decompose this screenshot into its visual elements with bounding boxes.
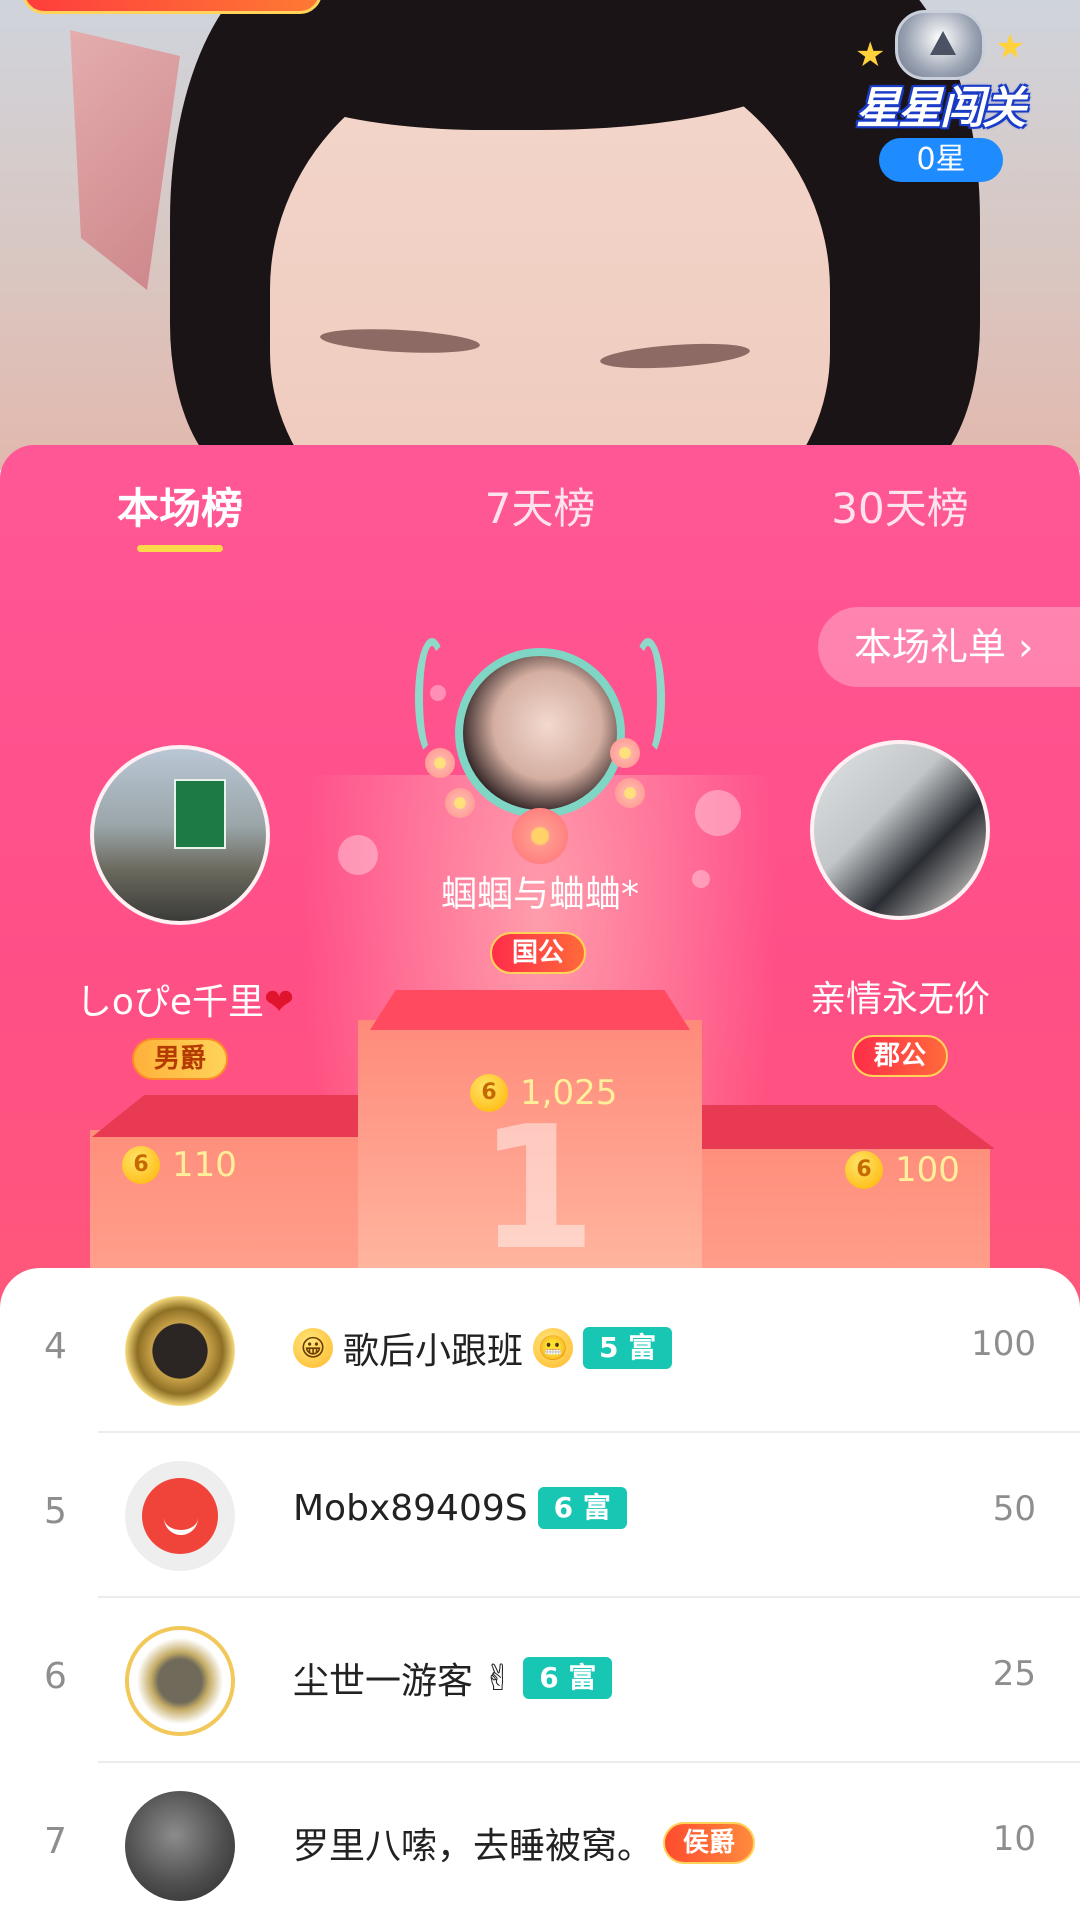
flower-decoration — [512, 808, 568, 864]
user-name-text: 歌后小跟班 — [343, 1331, 524, 1372]
avatar[interactable] — [125, 1791, 235, 1901]
list-item[interactable]: 6 尘世一游客 ✌ 6 富 25 — [0, 1598, 1080, 1763]
frame-horn-left — [415, 638, 449, 758]
third-place-avatar[interactable] — [810, 740, 990, 920]
user-name: 😀 歌后小跟班 😬 5 富 — [293, 1322, 673, 1374]
star-challenge-widget[interactable]: ★ ★ 星星闯关 0星 — [845, 10, 1035, 182]
contribution-value: 25 — [992, 1654, 1036, 1694]
ranking-list: 4 😀 歌后小跟班 😬 5 富 100 5 Mobx89409S 6 富 50 … — [0, 1268, 1080, 1920]
contribution-value: 50 — [992, 1489, 1036, 1529]
flower-decoration — [425, 748, 455, 778]
first-place-avatar-frame[interactable] — [415, 628, 665, 868]
podium-top-first — [370, 990, 690, 1030]
star-challenge-title: 星星闯关 — [856, 83, 1026, 134]
star-icon: ★ — [855, 35, 886, 75]
second-place-avatar[interactable] — [90, 745, 270, 925]
podium-top-third — [700, 1105, 995, 1149]
star-challenge-emblem-icon — [895, 10, 985, 80]
list-item[interactable]: 4 😀 歌后小跟班 😬 5 富 100 — [0, 1268, 1080, 1433]
third-place-name[interactable]: 亲情永无价 — [790, 970, 1010, 1022]
wealth-level-badge: 6 富 — [523, 1657, 613, 1699]
list-item[interactable]: 7 罗里八嗦，去睡被窝。 侯爵 10 — [0, 1763, 1080, 1920]
noble-title-badge: 侯爵 — [663, 1822, 756, 1864]
tab-7-days[interactable]: 7天榜 — [410, 475, 670, 536]
user-name-text: Mobx89409S — [293, 1487, 528, 1529]
road-sign-image — [174, 779, 226, 849]
active-tab-indicator — [137, 545, 223, 552]
avatar[interactable] — [125, 1461, 235, 1571]
wink-face-icon — [142, 1478, 218, 1554]
rank-number: 7 — [44, 1821, 67, 1862]
first-place-score: 6 1,025 — [470, 1073, 617, 1113]
second-place-name[interactable]: しoぴe千里❤ — [70, 973, 300, 1025]
bubble-decoration — [695, 790, 741, 836]
gift-list-button[interactable]: 本场礼单 › — [818, 607, 1080, 687]
user-name: 尘世一游客 ✌ 6 富 — [293, 1652, 613, 1704]
live-stream-screen: ★ ★ 星星闯关 0星 本场榜 7天榜 30天榜 本场礼单 › 2 3 1 — [0, 0, 1080, 1920]
wealth-level-badge: 6 富 — [537, 1487, 627, 1529]
wealth-level-badge: 5 富 — [583, 1327, 673, 1369]
rank-number: 6 — [44, 1656, 67, 1697]
frame-horn-right — [631, 638, 665, 758]
rank-number: 5 — [44, 1491, 67, 1532]
ranking-tabs: 本场榜 7天榜 30天榜 — [0, 475, 1080, 555]
grimace-emoji-icon: 😬 — [533, 1328, 574, 1368]
user-name-text: 罗里八嗦，去睡被窝。 — [293, 1826, 654, 1867]
first-place-score-value: 1,025 — [520, 1073, 618, 1113]
second-place-score: 6 110 — [122, 1145, 237, 1185]
third-place-score: 6 100 — [845, 1150, 960, 1190]
rank-number: 4 — [44, 1326, 67, 1367]
second-place-name-text: しoぴe千里 — [75, 982, 264, 1023]
coin-icon: 6 — [470, 1074, 508, 1112]
avatar[interactable] — [125, 1626, 235, 1736]
grin-emoji-icon: 😀 — [293, 1328, 333, 1368]
star-count-badge: 0星 — [879, 138, 1003, 182]
coin-icon: 6 — [845, 1151, 883, 1189]
first-place-name[interactable]: 蝈蝈与蛐蛐* — [420, 865, 660, 917]
tab-30-days[interactable]: 30天榜 — [770, 475, 1030, 536]
user-name: 罗里八嗦，去睡被窝。 侯爵 — [293, 1817, 756, 1869]
heart-icon: ❤ — [264, 982, 295, 1023]
first-place-title-badge: 国公 — [490, 932, 587, 974]
tab-this-session[interactable]: 本场榜 — [50, 475, 310, 536]
second-place-title-badge: 男爵 — [132, 1038, 229, 1080]
contribution-value: 10 — [992, 1819, 1036, 1859]
star-icon: ★ — [995, 27, 1026, 67]
user-name-text: 尘世一游客 — [293, 1661, 474, 1702]
podium-top-second — [92, 1095, 382, 1137]
first-place-avatar — [455, 648, 625, 818]
bubble-decoration — [692, 870, 710, 888]
victory-hand-emoji-icon: ✌ — [483, 1657, 514, 1699]
podium-number: 1 — [478, 1090, 597, 1288]
coin-icon: 6 — [122, 1146, 160, 1184]
user-name: Mobx89409S 6 富 — [293, 1487, 627, 1529]
avatar[interactable] — [125, 1296, 235, 1406]
flower-decoration — [615, 778, 645, 808]
bubble-decoration — [338, 835, 378, 875]
contribution-value: 100 — [971, 1324, 1036, 1364]
second-place-score-value: 110 — [172, 1145, 237, 1185]
hair-bow-decoration — [70, 30, 180, 290]
third-place-title-badge: 郡公 — [852, 1035, 949, 1077]
top-left-badge[interactable] — [22, 0, 322, 14]
third-place-score-value: 100 — [895, 1150, 960, 1190]
flower-decoration — [445, 788, 475, 818]
flower-decoration — [610, 738, 640, 768]
list-item[interactable]: 5 Mobx89409S 6 富 50 — [0, 1433, 1080, 1598]
